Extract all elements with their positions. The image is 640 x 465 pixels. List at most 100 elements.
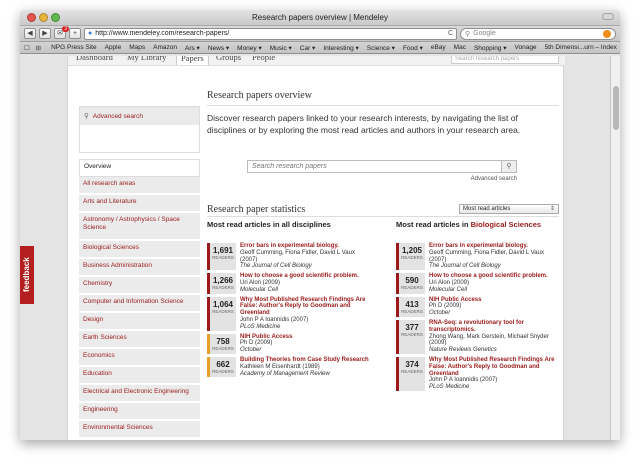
scrollbar-thumb[interactable] [613,86,619,130]
bookmark-item[interactable]: Science ▾ [367,44,395,52]
sidebar-item-all-research-areas[interactable]: All research areas [79,177,200,195]
mail-badge: 3 [62,26,69,32]
tab-people[interactable]: People [248,56,279,65]
article-title-link[interactable]: NIH Public Access [429,297,481,304]
sidebar-item-astronomy[interactable]: Astronomy / Astrophysics / Space Science [79,213,200,241]
article-title-link[interactable]: Why Most Published Research Findings Are… [429,357,561,377]
page-scrollbar[interactable] [610,56,620,440]
sidebar-item-electrical-engineering[interactable]: Electrical and Electronic Engineering [79,385,200,403]
bookmark-item[interactable]: Amazon [153,44,177,51]
search-button[interactable]: ⚲ [501,161,516,172]
tab-my-library[interactable]: My Library [123,56,170,65]
sidebar-item-computer-science[interactable]: Computer and Information Science [79,295,200,313]
article-item: 758 READERS NIH Public Access Ph D (2009… [207,333,372,354]
sidebar-item-engineering[interactable]: Engineering [79,403,200,421]
article-item: 590 READERS How to choose a good scienti… [396,273,561,294]
back-button[interactable]: ◀ [24,28,36,39]
sidebar-item-biological-sciences[interactable]: Biological Sciences [79,241,200,259]
article-journal: Molecular Cell [429,286,468,293]
sidebar-item-chemistry[interactable]: Chemistry [79,277,200,295]
sidebar-item-education[interactable]: Education [79,367,200,385]
advanced-search-link-main[interactable]: Advanced search [471,176,517,182]
sidebar-item-arts-and-literature[interactable]: Arts and Literature [79,195,200,213]
forward-button[interactable]: ▶ [39,28,51,39]
article-title-link[interactable]: NIH Public Access [240,334,292,341]
feedback-tab[interactable]: feedback [20,246,34,304]
bookmark-item[interactable]: Vonage [515,44,537,51]
article-item: 1,064 READERS Why Most Published Researc… [207,296,372,331]
reader-count: 590 [405,276,419,286]
advanced-search-link[interactable]: ⚲ Advanced search [80,107,199,125]
article-journal: The Journal of Cell Biology [429,263,501,270]
bookmark-item[interactable]: Interesting ▾ [323,44,358,52]
minimize-window-button[interactable] [39,13,48,22]
sidebar-item-economics[interactable]: Economics [79,349,200,367]
add-bookmark-button[interactable]: + [69,28,81,39]
url-bar[interactable]: ● http://www.mendeley.com/research-paper… [84,27,457,40]
article-item: 1,205 READERS Error bars in experimental… [396,243,561,271]
close-window-button[interactable] [27,13,36,22]
reader-label: READERS [401,255,423,260]
select-arrows-icon: ⇕ [549,206,555,212]
sidebar-item-environmental-sciences[interactable]: Environmental Sciences [79,421,200,439]
bookmark-item[interactable]: Apple [105,44,122,51]
site-search-input[interactable]: Search research papers [451,56,559,64]
toolbar-toggle-button[interactable] [602,13,614,20]
discipline-sidebar: Overview All research areas Arts and Lit… [79,159,200,439]
stats-select[interactable]: Most read articles ⇕ [459,204,559,214]
article-title-link[interactable]: How to choose a good scientific problem. [240,273,359,280]
sidebar-item-design[interactable]: Design [79,313,200,331]
bookmark-item[interactable]: Car ▾ [300,44,316,52]
paper-search-box: ⚲ [247,160,517,173]
paper-search-input[interactable] [248,161,501,172]
sidebar-item-overview[interactable]: Overview [79,159,200,177]
bookmark-item[interactable]: Food ▾ [403,44,423,52]
article-journal: Molecular Cell [240,286,279,293]
article-authors: Uri Alon (2009) [429,279,470,286]
stats-select-value: Most read articles [463,206,511,212]
article-title-link[interactable]: Error bars in experimental biology. [429,243,561,250]
reader-count: 1,205 [401,246,423,255]
bookmarks-icon[interactable]: ☐ ⊞ [24,44,43,52]
bookmark-item[interactable]: Mac [454,44,466,51]
reload-icon[interactable]: C [448,30,453,37]
reader-count-box: 590 READERS [396,273,425,294]
bookmark-item[interactable]: Ars ▾ [185,44,200,52]
article-authors: Geoff Cumming, Fiona Fidler, David L Vau… [240,249,355,263]
article-title-link[interactable]: Why Most Published Research Findings Are… [240,297,372,317]
browser-search-field[interactable]: ⚲ Google [460,27,616,40]
article-authors: Ph D (2009) [429,303,462,310]
reader-count: 1,691 [212,246,234,255]
article-title-link[interactable]: Building Theories from Case Study Resear… [240,357,369,364]
sidebar-item-earth-sciences[interactable]: Earth Sciences [79,331,200,349]
article-title-link[interactable]: RNA-Seq: a revolutionary tool for transc… [429,320,561,334]
page-viewport: feedback Dashboard My Library Papers Gro… [20,56,620,440]
bookmark-item[interactable]: NPG Press Site [51,44,97,51]
bookmark-item[interactable]: Music ▾ [270,44,292,52]
tab-groups[interactable]: Groups [212,56,245,65]
article-authors: Uri Alon (2009) [240,279,281,286]
reader-count: 758 [216,336,230,346]
bookmark-item[interactable]: 5th Dimensi...urn – Index [545,44,617,51]
tab-papers[interactable]: Papers [176,56,209,65]
bookmark-item[interactable]: Money ▾ [237,44,262,52]
col-heading-field-link[interactable]: Biological Sciences [471,220,541,229]
bookmark-item[interactable]: News ▾ [208,44,229,52]
rss-icon[interactable] [603,29,611,38]
bookmark-item[interactable]: Maps [129,44,145,51]
tab-dashboard[interactable]: Dashboard [72,56,117,65]
mail-icon[interactable]: ✉ 3 [54,26,69,39]
reader-label: READERS [401,331,423,337]
reader-count-box: 1,064 READERS [207,296,236,331]
article-authors: John P A Ioannidis (2007) [240,316,309,323]
article-title-link[interactable]: Error bars in experimental biology. [240,243,372,250]
sidebar-item-business-administration[interactable]: Business Administration [79,259,200,277]
browser-search-placeholder: Google [473,30,496,37]
article-title-link[interactable]: How to choose a good scientific problem. [429,273,548,280]
article-journal: The Journal of Cell Biology [240,263,312,270]
bookmark-item[interactable]: Shopping ▾ [474,44,507,52]
bookmark-item[interactable]: eBay [431,44,446,51]
article-item: 1,266 READERS How to choose a good scien… [207,273,372,294]
zoom-window-button[interactable] [51,13,60,22]
most-read-all: Most read articles in all disciplines 1,… [207,220,372,380]
